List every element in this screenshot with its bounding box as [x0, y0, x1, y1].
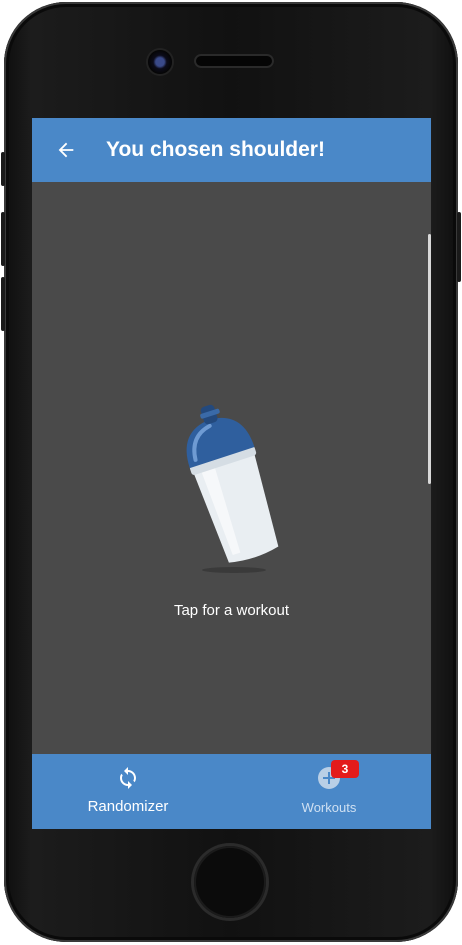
bottom-navigation: Randomizer 3 Workouts [32, 754, 431, 829]
front-camera [148, 50, 172, 74]
earpiece-speaker [194, 54, 274, 68]
refresh-icon [119, 767, 136, 789]
nav-item-workouts[interactable]: 3 Workouts [249, 754, 409, 829]
tap-instruction: Tap for a workout [173, 602, 290, 619]
volume-up-button [1, 212, 5, 266]
home-button[interactable] [194, 846, 266, 918]
protein-shaker-icon [186, 404, 279, 573]
scroll-indicator [428, 234, 431, 484]
mute-switch [1, 152, 5, 186]
page-title: You chosen shoulder! [106, 138, 325, 161]
nav-label-randomizer: Randomizer [87, 798, 169, 815]
arrow-back-icon [58, 142, 74, 158]
volume-down-button [1, 277, 5, 331]
back-button[interactable] [38, 118, 94, 182]
shaker-button[interactable] [162, 398, 302, 578]
notification-badge: 3 [331, 760, 359, 778]
app-bar: You chosen shoulder! [32, 118, 431, 182]
nav-item-randomizer[interactable]: Randomizer [48, 754, 208, 829]
power-button [457, 212, 461, 282]
app-screen: You chosen shoulder! Tap for a workout R… [32, 118, 431, 829]
nav-label-workouts: Workouts [301, 800, 357, 815]
